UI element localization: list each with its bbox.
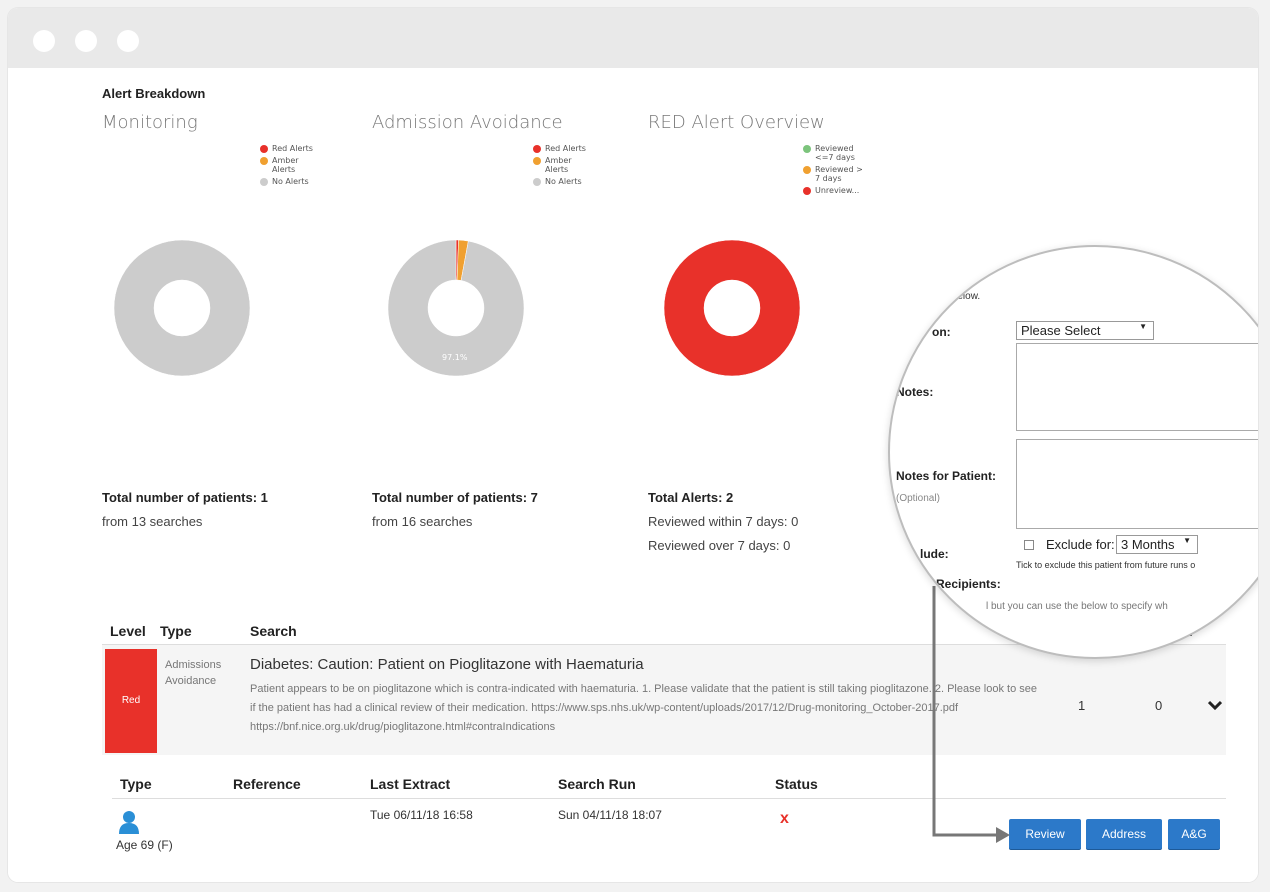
red-overview-over: Reviewed over 7 days: 0 — [648, 538, 791, 553]
monitoring-subtext: from 13 searches — [102, 514, 203, 529]
reason-select[interactable]: Please Select ▼ — [1016, 321, 1154, 340]
exclude-period-value: 3 Months — [1121, 537, 1175, 552]
legend-label: Reviewed <=7 days — [815, 144, 855, 162]
exclude-period-select[interactable]: 3 Months ▼ — [1116, 535, 1198, 554]
reason-select-value: Please Select — [1021, 323, 1101, 338]
legend-item: No Alerts — [260, 177, 340, 186]
legend-item: Red Alerts — [533, 144, 613, 153]
column-header-search-run: Search Run — [558, 776, 636, 792]
dropdown-arrow-icon: ▼ — [1183, 536, 1191, 545]
slice-label: 97.1% — [442, 353, 468, 362]
recipients-label: e Recipients: — [926, 577, 1001, 591]
notes-textarea[interactable] — [1016, 343, 1258, 431]
reason-label: on: — [932, 325, 951, 339]
donut-chart-red-overview — [663, 239, 801, 377]
legend-item: Unreview... — [803, 186, 893, 195]
donut-chart-admission: 97.1% — [387, 239, 525, 377]
notes-patient-label: Notes for Patient: — [896, 469, 997, 483]
legend-label: Red Alerts — [545, 144, 586, 153]
window-dot-minimize[interactable] — [75, 30, 97, 52]
exclude-hint: Tick to exclude this patient from future… — [1016, 560, 1196, 570]
legend-swatch-grey — [260, 178, 268, 186]
column-header-last-extract: Last Extract — [370, 776, 451, 792]
legend-swatch-amber — [803, 166, 811, 174]
patient-search-run: Sun 04/11/18 18:07 — [558, 808, 662, 822]
patient-user-icon — [119, 811, 139, 834]
legend-label: No Alerts — [545, 177, 582, 186]
donut-slice-no-alerts[interactable] — [113, 239, 251, 377]
legend-item: Amber Alerts — [533, 156, 613, 174]
column-header-search: Search — [250, 623, 297, 639]
window-dot-maximize[interactable] — [117, 30, 139, 52]
optional-label: (Optional) — [896, 493, 940, 504]
alert-count-1: 1 — [1078, 698, 1086, 713]
legend-label: Amber Alerts — [545, 156, 572, 174]
monitoring-total: Total number of patients: 1 — [102, 490, 268, 505]
donut-chart-monitoring — [113, 239, 251, 377]
patient-age: Age 69 (F) — [116, 838, 173, 852]
mag-intro: ails below. — [934, 291, 981, 302]
status-x-icon: x — [780, 810, 789, 827]
alert-type: Admissions Avoidance — [165, 659, 222, 687]
notes-label: Notes: — [896, 385, 934, 399]
exclude-checkbox[interactable] — [1024, 540, 1034, 550]
section-title: Alert Breakdown — [102, 86, 206, 101]
legend-swatch-red — [533, 145, 541, 153]
exclude-label: lude: — [920, 547, 949, 561]
legend-label: Unreview... — [815, 186, 860, 195]
alert-title[interactable]: Diabetes: Caution: Patient on Pioglitazo… — [250, 656, 644, 673]
admission-total: Total number of patients: 7 — [372, 490, 538, 505]
chart-title-red-overview: RED Alert Overview — [648, 112, 825, 133]
donut-slice-unreview-[interactable] — [663, 239, 801, 377]
legend-label: Amber Alerts — [272, 156, 299, 174]
chart-title-monitoring: Monitoring — [102, 112, 198, 133]
recipients-hint: l but you can use the below to specify w… — [986, 601, 1168, 612]
level-badge: Red — [105, 649, 157, 753]
window-dot-close[interactable] — [33, 30, 55, 52]
chart-legend-red-overview: Reviewed <=7 days Reviewed > 7 days Unre… — [803, 144, 893, 198]
red-overview-within: Reviewed within 7 days: 0 — [648, 514, 799, 529]
red-overview-total: Total Alerts: 2 — [648, 490, 734, 505]
legend-swatch-grey — [533, 178, 541, 186]
legend-swatch-red — [260, 145, 268, 153]
legend-swatch-red — [803, 187, 811, 195]
legend-item: Reviewed > 7 days — [803, 165, 893, 183]
column-header-patient-type: Type — [120, 776, 152, 792]
notes-for-patient-textarea[interactable] — [1016, 439, 1258, 529]
legend-swatch-amber — [533, 157, 541, 165]
dropdown-arrow-icon: ▼ — [1139, 322, 1147, 331]
legend-label: Reviewed > 7 days — [815, 165, 863, 183]
column-header-status: Status — [775, 776, 818, 792]
legend-item: Reviewed <=7 days — [803, 144, 893, 162]
address-button[interactable]: Address — [1086, 819, 1162, 849]
legend-swatch-amber — [260, 157, 268, 165]
chevron-down-icon[interactable] — [1208, 700, 1222, 710]
column-header-level: Level — [110, 623, 146, 639]
legend-item: No Alerts — [533, 177, 613, 186]
legend-item: Amber Alerts — [260, 156, 340, 174]
exclude-for-label: Exclude for: — [1046, 537, 1115, 552]
patient-last-extract: Tue 06/11/18 16:58 — [370, 808, 473, 822]
admission-subtext: from 16 searches — [372, 514, 473, 529]
chart-legend-admission: Red Alerts Amber Alerts No Alerts — [533, 144, 613, 189]
browser-window: Alert Breakdown Monitoring Red Alerts Am… — [8, 8, 1258, 882]
ag-button[interactable]: A&G — [1168, 819, 1220, 849]
legend-item: Red Alerts — [260, 144, 340, 153]
column-header-type: Type — [160, 623, 192, 639]
window-titlebar — [8, 8, 1258, 68]
alert-count-2: 0 — [1155, 698, 1163, 713]
column-header-reference: Reference — [233, 776, 301, 792]
legend-swatch-green — [803, 145, 811, 153]
review-button[interactable]: Review — [1009, 819, 1081, 849]
legend-label: Red Alerts — [272, 144, 313, 153]
legend-label: No Alerts — [272, 177, 309, 186]
chart-legend-monitoring: Red Alerts Amber Alerts No Alerts — [260, 144, 340, 189]
chart-title-admission: Admission Avoidance — [372, 112, 563, 133]
sub-header-divider — [112, 798, 1226, 799]
